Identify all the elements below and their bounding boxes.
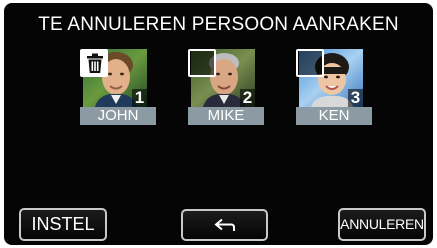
return-arrow-icon [214, 218, 235, 231]
person-number: 3 [348, 89, 363, 107]
back-button[interactable] [181, 209, 268, 241]
camera-screen: TE ANNULEREN PERSOON AANRAKEN 1 JOHN 2 M… [4, 3, 433, 245]
select-checkbox[interactable] [188, 49, 216, 77]
person-name: MIKE [188, 107, 264, 125]
person-tile-ken[interactable]: 3 KEN [296, 49, 376, 125]
select-checkbox[interactable] [296, 49, 324, 77]
person-tile-mike[interactable]: 2 MIKE [188, 49, 268, 125]
person-number: 1 [132, 89, 147, 107]
person-tile-john[interactable]: 1 JOHN [80, 49, 160, 125]
trash-icon [87, 53, 103, 73]
person-number: 2 [240, 89, 255, 107]
instel-button[interactable]: INSTEL [19, 208, 107, 241]
select-checkbox[interactable] [80, 49, 108, 77]
person-name: KEN [296, 107, 372, 125]
person-name: JOHN [80, 107, 156, 125]
page-title: TE ANNULEREN PERSOON AANRAKEN [38, 14, 399, 35]
annuleren-button[interactable]: ANNULEREN [338, 208, 426, 241]
